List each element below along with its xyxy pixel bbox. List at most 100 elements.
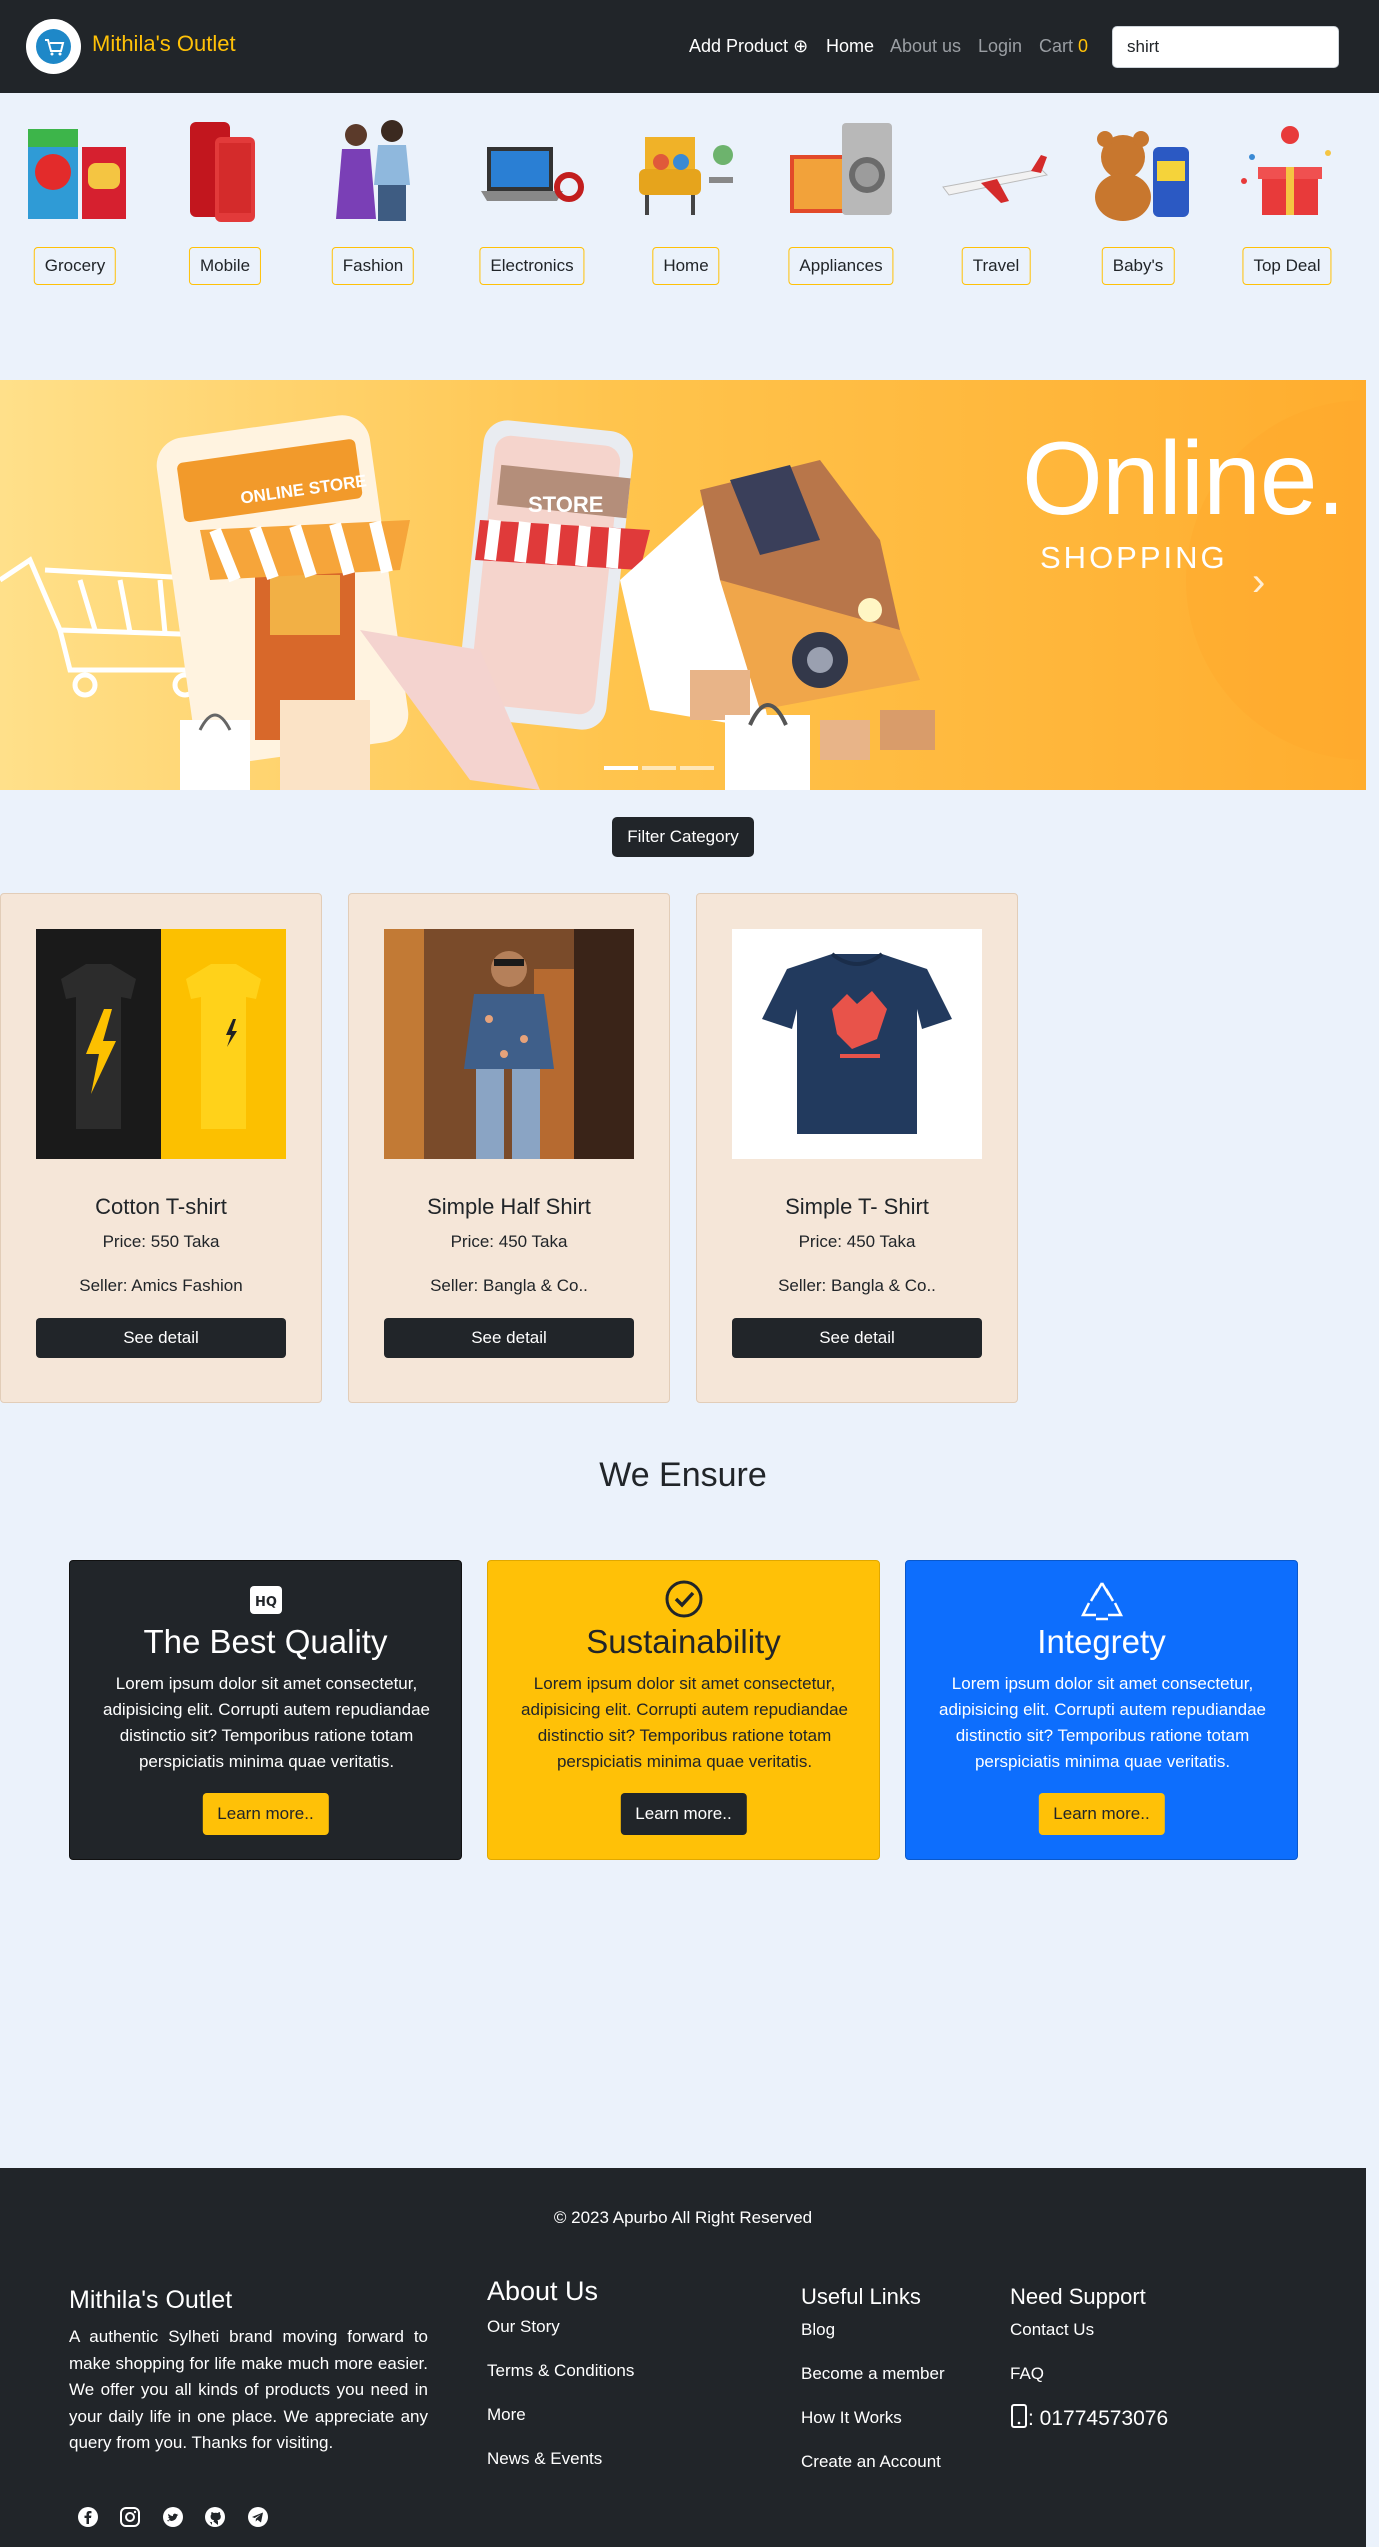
footer-link-faq[interactable]: FAQ xyxy=(1010,2364,1044,2384)
footer-link-news[interactable]: News & Events xyxy=(487,2449,602,2469)
ensure-heading: We Ensure xyxy=(599,1456,767,1494)
banner-subtitle: SHOPPING xyxy=(1040,540,1228,575)
nav-cart[interactable]: Cart 0 xyxy=(1039,36,1088,57)
top-deal-image xyxy=(1241,126,1331,215)
carousel-indicator[interactable] xyxy=(642,766,676,770)
footer: © 2023 Apurbo All Right Reserved Mithila… xyxy=(0,2168,1366,2547)
footer-link-more[interactable]: More xyxy=(487,2405,526,2425)
category-fashion[interactable]: Fashion xyxy=(308,112,438,287)
home-image xyxy=(639,137,733,215)
product-card: Simple Half Shirt Price: 450 Taka Seller… xyxy=(348,893,670,1403)
footer-useful-title: Useful Links xyxy=(801,2284,921,2309)
nav-about[interactable]: About us xyxy=(890,36,961,57)
ensure-card-quality: HQ The Best Quality Lorem ipsum dolor si… xyxy=(69,1560,462,1860)
nav-home[interactable]: Home xyxy=(826,36,874,57)
category-button[interactable]: Fashion xyxy=(331,247,415,285)
social-links xyxy=(77,2506,285,2528)
nav-add-product[interactable]: Add Product ⊕ xyxy=(689,36,808,57)
category-button[interactable]: Baby's xyxy=(1101,247,1175,285)
product-image xyxy=(384,929,634,1159)
learn-more-button[interactable]: Learn more.. xyxy=(202,1793,329,1835)
product-title[interactable]: Cotton T-shirt xyxy=(1,1194,321,1220)
category-button[interactable]: Mobile xyxy=(188,247,262,285)
category-mobile[interactable]: Mobile xyxy=(160,112,290,287)
product-seller: Seller: Amics Fashion xyxy=(79,1276,243,1295)
category-button[interactable]: Home xyxy=(652,247,720,285)
category-home[interactable]: Home xyxy=(621,112,751,287)
nav-login[interactable]: Login xyxy=(978,36,1022,57)
product-price: Price: 450 Taka xyxy=(450,1232,568,1251)
telegram-icon[interactable] xyxy=(247,2506,269,2528)
category-babys[interactable]: Baby's xyxy=(1073,112,1203,287)
electronics-image xyxy=(481,147,584,202)
carousel-indicator[interactable] xyxy=(604,766,638,770)
carousel-indicator[interactable] xyxy=(680,766,714,770)
cart-logo-icon xyxy=(36,29,71,64)
learn-more-button[interactable]: Learn more.. xyxy=(620,1793,747,1835)
see-detail-button[interactable]: See detail xyxy=(732,1318,982,1358)
category-button[interactable]: Electronics xyxy=(479,247,585,285)
footer-link-terms[interactable]: Terms & Conditions xyxy=(487,2361,634,2381)
footer-phone[interactable]: : 01774573076 xyxy=(1010,2404,1168,2431)
phone-number: : 01774573076 xyxy=(1028,2407,1169,2430)
footer-about-title: About Us xyxy=(487,2276,599,2306)
appliances-image xyxy=(790,123,892,215)
grocery-image xyxy=(28,129,126,219)
category-appliances[interactable]: Appliances xyxy=(776,112,906,287)
category-grocery[interactable]: Grocery xyxy=(10,112,140,287)
product-seller: Seller: Bangla & Co.. xyxy=(778,1276,936,1295)
see-detail-button[interactable]: See detail xyxy=(36,1318,286,1358)
ensure-card-text: Lorem ipsum dolor sit amet consectetur, … xyxy=(103,1674,430,1771)
footer-link-contact[interactable]: Contact Us xyxy=(1010,2320,1094,2340)
product-card: Cotton T-shirt Price: 550 Taka Seller: A… xyxy=(0,893,322,1403)
category-button[interactable]: Grocery xyxy=(33,247,117,285)
footer-description: A authentic Sylheti brand moving forward… xyxy=(69,2327,428,2452)
recycle-icon xyxy=(906,1579,1297,1621)
ensure-card-integrity: Integrety Lorem ipsum dolor sit amet con… xyxy=(905,1560,1298,1860)
footer-link-our-story[interactable]: Our Story xyxy=(487,2317,560,2337)
ensure-card-title: Sustainability xyxy=(586,1623,781,1660)
category-electronics[interactable]: Electronics xyxy=(467,112,597,287)
footer-link-blog[interactable]: Blog xyxy=(801,2320,835,2340)
hero-carousel[interactable]: ONLINE STORE STORE Online. SHOPPING › xyxy=(0,380,1366,790)
cart-label: Cart xyxy=(1039,36,1074,56)
product-price: Price: 550 Taka xyxy=(102,1232,220,1251)
footer-brand: Mithila's Outlet xyxy=(69,2286,233,2314)
carousel-indicators xyxy=(604,757,718,775)
instagram-icon[interactable] xyxy=(119,2506,141,2528)
hq-icon-text: HQ xyxy=(255,1595,277,1610)
footer-link-how-it-works[interactable]: How It Works xyxy=(801,2408,902,2428)
mobile-image xyxy=(190,122,255,222)
category-button[interactable]: Appliances xyxy=(788,247,894,285)
ensure-card-text: Lorem ipsum dolor sit amet consectetur, … xyxy=(939,1674,1266,1771)
search-input[interactable] xyxy=(1112,26,1339,68)
product-card: Simple T- Shirt Price: 450 Taka Seller: … xyxy=(696,893,1018,1403)
twitter-icon[interactable] xyxy=(162,2506,184,2528)
category-top-deal[interactable]: Top Deal xyxy=(1222,112,1352,287)
learn-more-button[interactable]: Learn more.. xyxy=(1038,1793,1165,1835)
footer-support-title: Need Support xyxy=(1010,2284,1146,2309)
brand-name[interactable]: Mithila's Outlet xyxy=(92,31,236,57)
facebook-icon[interactable] xyxy=(77,2506,99,2528)
category-button[interactable]: Top Deal xyxy=(1242,247,1332,285)
product-title[interactable]: Simple T- Shirt xyxy=(697,1194,1017,1220)
ensure-card-sustainability: Sustainability Lorem ipsum dolor sit ame… xyxy=(487,1560,880,1860)
chevron-right-icon[interactable]: › xyxy=(1252,560,1265,605)
banner-title: Online. xyxy=(1022,421,1346,537)
check-circle-icon xyxy=(488,1579,879,1618)
github-icon[interactable] xyxy=(204,2506,226,2528)
product-title[interactable]: Simple Half Shirt xyxy=(349,1194,669,1220)
ensure-card-title: The Best Quality xyxy=(143,1623,388,1660)
see-detail-button[interactable]: See detail xyxy=(384,1318,634,1358)
footer-link-create-account[interactable]: Create an Account xyxy=(801,2452,941,2472)
product-price: Price: 450 Taka xyxy=(798,1232,916,1251)
product-seller: Seller: Bangla & Co.. xyxy=(430,1276,588,1295)
ensure-card-text: Lorem ipsum dolor sit amet consectetur, … xyxy=(521,1674,848,1771)
site-logo[interactable] xyxy=(26,19,81,74)
footer-link-become-member[interactable]: Become a member xyxy=(801,2364,945,2384)
category-button[interactable]: Travel xyxy=(961,247,1031,285)
travel-image xyxy=(942,155,1049,203)
filter-category-button[interactable]: Filter Category xyxy=(612,817,754,857)
product-image xyxy=(36,929,286,1159)
category-travel[interactable]: Travel xyxy=(931,112,1061,287)
